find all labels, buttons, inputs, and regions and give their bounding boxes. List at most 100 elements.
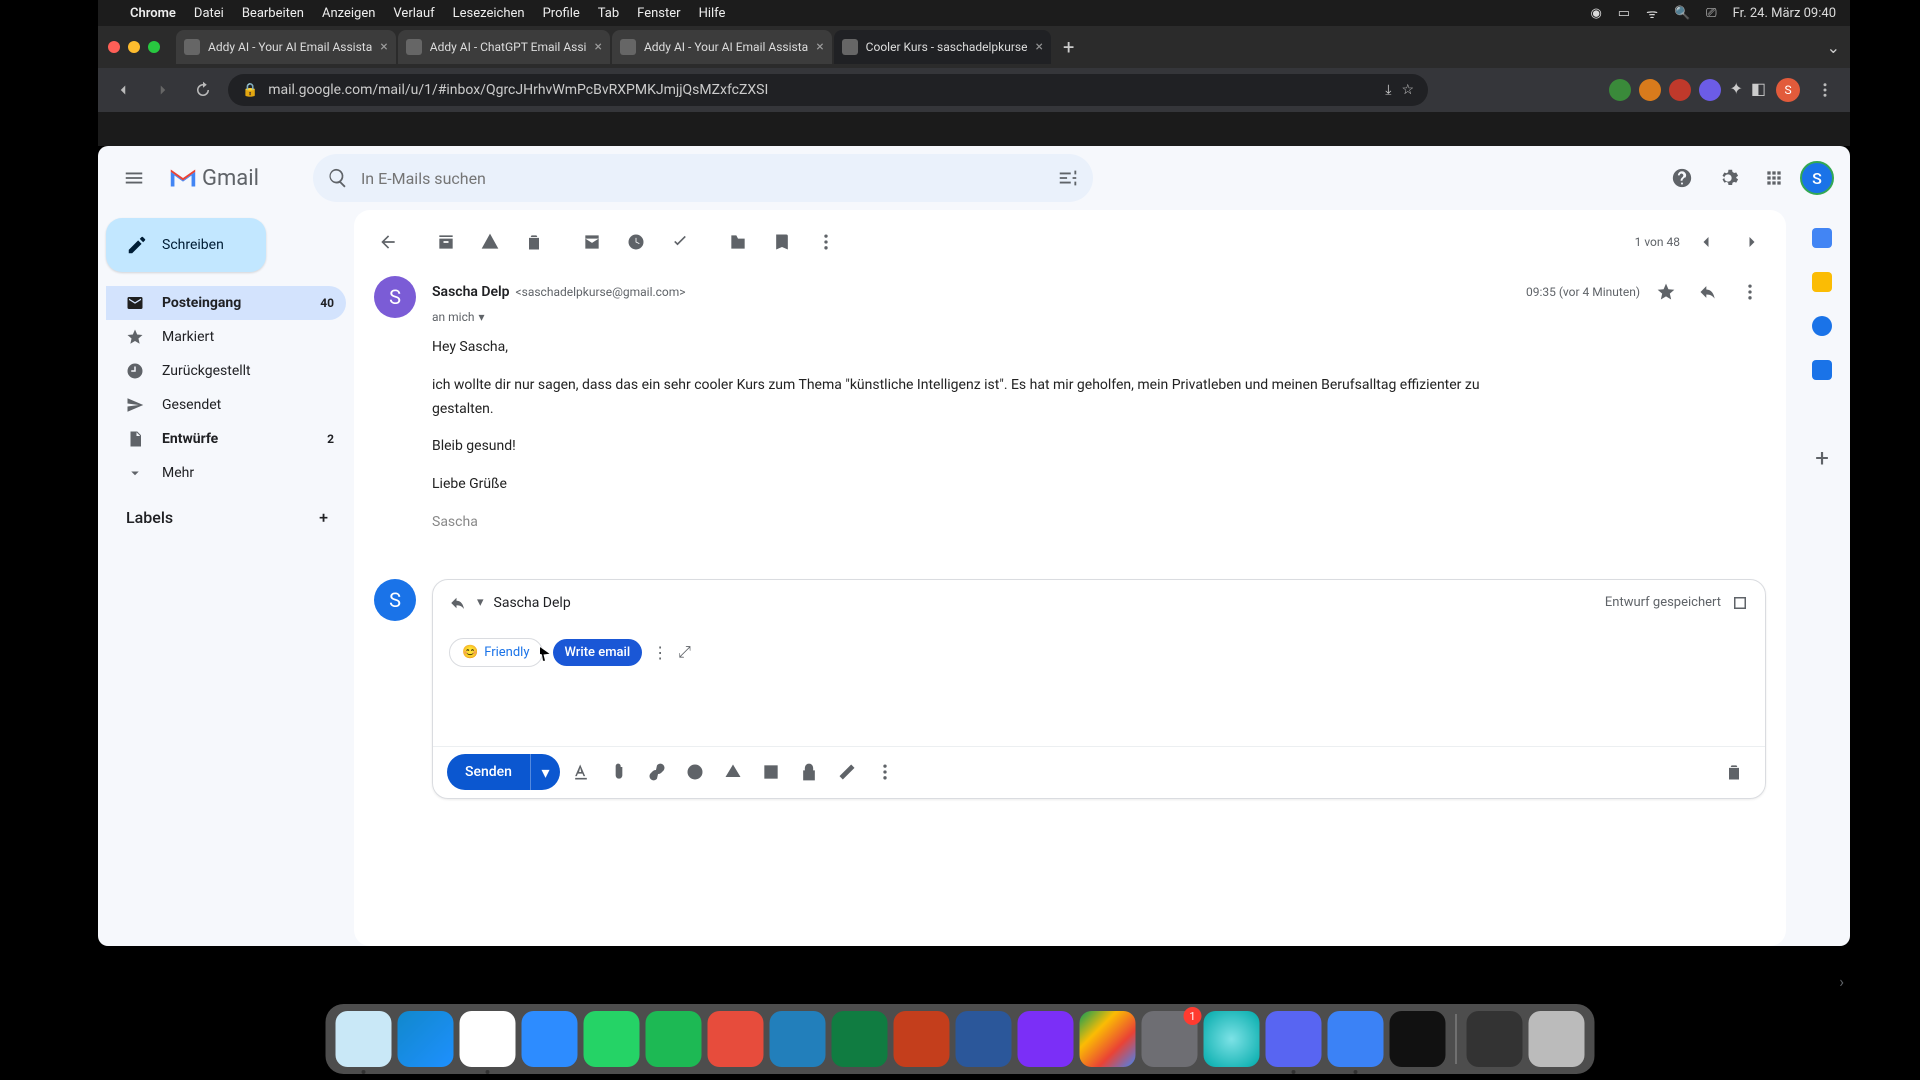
archive-button[interactable] (426, 222, 466, 262)
expand-icon[interactable]: ⤢ (678, 642, 691, 662)
spotlight-icon[interactable]: 🔍 (1674, 6, 1690, 21)
dock-app-settings[interactable] (1142, 1011, 1198, 1067)
image-button[interactable] (754, 755, 788, 789)
discard-draft-button[interactable] (1717, 755, 1751, 789)
window-zoom-button[interactable] (148, 41, 160, 53)
menu-item[interactable]: Anzeigen (322, 6, 375, 21)
link-button[interactable] (640, 755, 674, 789)
reply-recipient[interactable]: Sascha Delp (494, 595, 571, 611)
main-menu-button[interactable] (114, 158, 154, 198)
tab-overflow-button[interactable]: ⌄ (1827, 38, 1840, 57)
dock-app-whatsapp[interactable] (584, 1011, 640, 1067)
write-email-button[interactable]: Write email (553, 639, 643, 666)
tab-close-icon[interactable]: × (594, 39, 601, 55)
new-tab-button[interactable]: + (1053, 35, 1084, 59)
browser-tab[interactable]: Cooler Kurs - saschadelpkurse× (834, 30, 1051, 64)
install-icon[interactable]: ⤓ (1385, 82, 1391, 98)
add-to-tasks-button[interactable] (660, 222, 700, 262)
extensions-puzzle-icon[interactable]: ✦ (1729, 79, 1742, 101)
forward-button[interactable] (148, 75, 178, 105)
send-button[interactable]: Senden ▾ (447, 754, 560, 790)
compose-button[interactable]: Schreiben (106, 218, 266, 272)
dock-app-discord[interactable] (1266, 1011, 1322, 1067)
menu-item[interactable]: Verlauf (393, 6, 434, 21)
sidebar-item-sent[interactable]: Gesendet (106, 388, 346, 422)
gmail-logo[interactable]: Gmail (168, 166, 259, 191)
dock-app-drive[interactable] (1080, 1011, 1136, 1067)
menu-item[interactable]: Fenster (637, 6, 680, 21)
tab-close-icon[interactable]: × (380, 39, 387, 55)
sidebar-item-more[interactable]: Mehr (106, 456, 346, 490)
drive-button[interactable] (716, 755, 750, 789)
sender-name[interactable]: Sascha Delp (432, 284, 510, 300)
sidebar-item-starred[interactable]: Markiert (106, 320, 346, 354)
search-bar[interactable] (313, 154, 1093, 202)
star-icon[interactable]: ☆ (1401, 82, 1414, 98)
calendar-icon[interactable] (1812, 228, 1832, 248)
dock-app-quicktime[interactable] (1328, 1011, 1384, 1067)
chevron-down-icon[interactable]: ▾ (477, 595, 484, 610)
menu-item[interactable]: Tab (598, 6, 619, 21)
collapse-sidepanel-button[interactable]: › (1839, 972, 1844, 991)
reply-icon[interactable] (449, 594, 467, 612)
dock-app-finder[interactable] (336, 1011, 392, 1067)
settings-button[interactable] (1708, 158, 1748, 198)
add-label-button[interactable]: + (319, 508, 328, 527)
signature-button[interactable] (830, 755, 864, 789)
tone-chip[interactable]: 😊Friendly (449, 638, 543, 667)
pager-next-button[interactable] (1732, 222, 1772, 262)
back-to-inbox-button[interactable] (368, 222, 408, 262)
menu-item[interactable]: Datei (194, 6, 224, 21)
back-button[interactable] (108, 75, 138, 105)
dock-app-imovie[interactable] (1018, 1011, 1074, 1067)
menu-item[interactable]: Lesezeichen (453, 6, 525, 21)
dock-app-word[interactable] (956, 1011, 1012, 1067)
addy-more-icon[interactable]: ⋮ (652, 643, 668, 662)
menubar-app-name[interactable]: Chrome (130, 6, 176, 21)
sender-avatar[interactable]: S (374, 276, 416, 318)
menubar-datetime[interactable]: Fr. 24. März 09:40 (1733, 6, 1836, 21)
attach-button[interactable] (602, 755, 636, 789)
dock-app-powerpoint[interactable] (894, 1011, 950, 1067)
record-icon[interactable]: ◉ (1590, 6, 1601, 21)
send-options-button[interactable]: ▾ (530, 754, 560, 790)
mark-unread-button[interactable] (572, 222, 612, 262)
sidepanel-icon[interactable]: ◧ (1751, 79, 1766, 101)
contacts-icon[interactable] (1812, 360, 1832, 380)
dock-app-zoom[interactable] (522, 1011, 578, 1067)
pager-prev-button[interactable] (1686, 222, 1726, 262)
dock-app-voice-memos[interactable] (1390, 1011, 1446, 1067)
account-avatar[interactable]: S (1800, 161, 1834, 195)
window-close-button[interactable] (108, 41, 120, 53)
move-to-button[interactable] (718, 222, 758, 262)
dock-app-siri[interactable] (1204, 1011, 1260, 1067)
chrome-profile-avatar[interactable]: S (1776, 78, 1800, 102)
apps-grid-button[interactable] (1754, 158, 1794, 198)
keep-icon[interactable] (1812, 272, 1832, 292)
dock-app-trello[interactable] (770, 1011, 826, 1067)
help-button[interactable] (1662, 158, 1702, 198)
extension-icon[interactable] (1639, 79, 1661, 101)
address-bar[interactable]: 🔒 mail.google.com/mail/u/1/#inbox/QgrcJH… (228, 74, 1428, 106)
window-minimize-button[interactable] (128, 41, 140, 53)
extension-icon[interactable] (1699, 79, 1721, 101)
emoji-button[interactable] (678, 755, 712, 789)
recipient-line[interactable]: an mich▾ (432, 310, 1766, 324)
sidebar-item-drafts[interactable]: Entwürfe2 (106, 422, 346, 456)
dock-app-mission-control[interactable] (1467, 1011, 1523, 1067)
browser-tab[interactable]: Addy AI - Your AI Email Assista× (176, 30, 396, 64)
dock-app-chrome[interactable] (460, 1011, 516, 1067)
sidebar-item-snoozed[interactable]: Zurückgestellt (106, 354, 346, 388)
confidential-button[interactable] (792, 755, 826, 789)
dock-app-spotify[interactable] (646, 1011, 702, 1067)
dock-app-safari[interactable] (398, 1011, 454, 1067)
menu-item[interactable]: Profile (543, 6, 580, 21)
delete-button[interactable] (514, 222, 554, 262)
tasks-icon[interactable] (1812, 316, 1832, 336)
report-spam-button[interactable] (470, 222, 510, 262)
popout-icon[interactable] (1731, 594, 1749, 612)
chrome-menu-button[interactable] (1810, 75, 1840, 105)
extension-icon[interactable] (1669, 79, 1691, 101)
tab-close-icon[interactable]: × (1035, 39, 1042, 55)
snooze-button[interactable] (616, 222, 656, 262)
